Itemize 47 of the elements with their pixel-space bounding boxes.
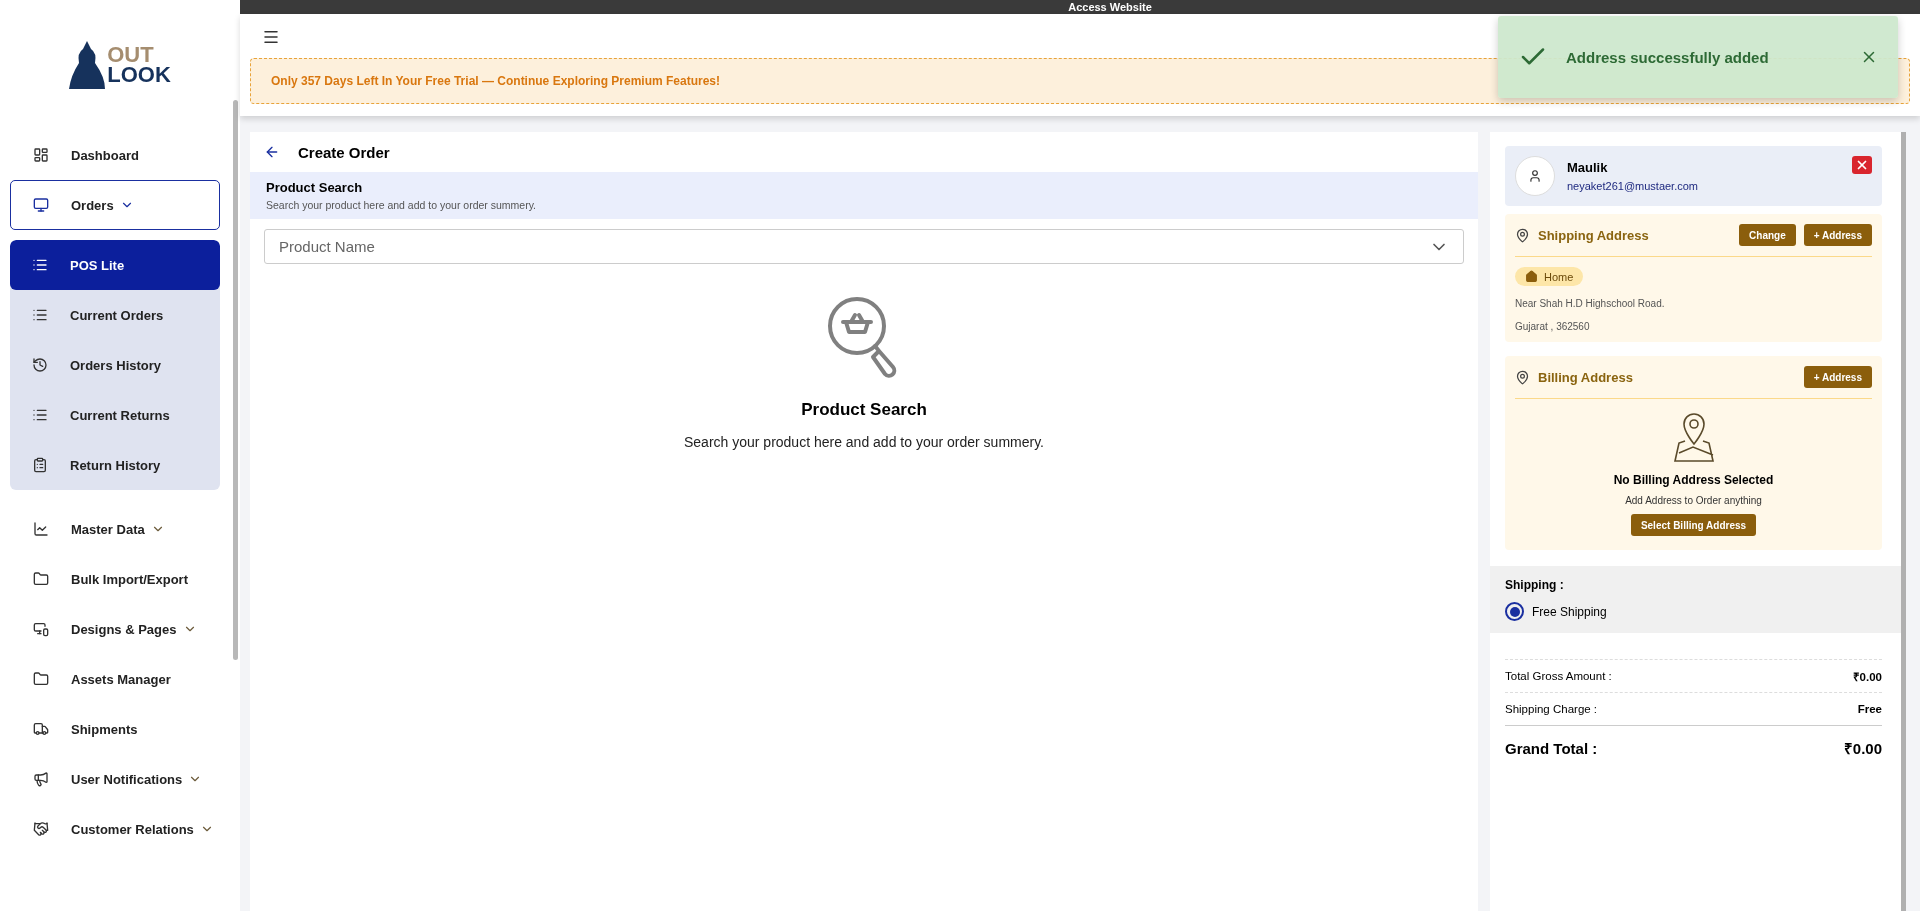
total-value: ₹0.00 xyxy=(1852,669,1882,684)
sidebar-item[interactable]: Orders xyxy=(10,180,220,230)
customer-name: Maulik xyxy=(1567,160,1609,175)
section-subtitle: Search your product here and add to your order summery. xyxy=(266,199,538,211)
sidebar-item[interactable]: Customer Relations xyxy=(10,804,220,854)
empty-billing-text: Add Address to Order anything xyxy=(1625,495,1762,506)
address-tag: Home xyxy=(1515,267,1584,286)
submenu-item[interactable]: Current Returns xyxy=(10,390,220,440)
sidebar-item[interactable]: Designs & Pages xyxy=(10,604,220,654)
empty-billing-title: No Billing Address Selected xyxy=(1613,473,1774,487)
total-label: Grand Total : xyxy=(1505,739,1598,757)
sidebar-item[interactable]: Dashboard xyxy=(10,130,220,180)
address-button[interactable]: Change xyxy=(1739,224,1796,246)
total-value: Free xyxy=(1857,703,1882,715)
access-website-link[interactable]: Access Website xyxy=(1068,1,1152,13)
total-value: ₹0.00 xyxy=(1843,739,1882,758)
section-title: Product Search xyxy=(266,180,364,195)
logo-text: OUT xyxy=(107,45,154,65)
address-line: Near Shah H.D Highschool Road. xyxy=(1515,298,1666,309)
submenu-item[interactable]: Return History xyxy=(10,440,220,490)
product-select[interactable]: Product Name xyxy=(264,229,1464,264)
total-label: Shipping Charge : xyxy=(1505,703,1598,715)
card-title: Shipping Address xyxy=(1538,227,1649,243)
customer-email: neyaket261@mustaer.com xyxy=(1567,180,1698,192)
select-billing-address-button[interactable]: Select Billing Address xyxy=(1630,514,1757,536)
address-line: Gujarat , 362560 xyxy=(1515,321,1591,332)
submenu-item[interactable]: Orders History xyxy=(10,340,220,390)
sidebar-item[interactable]: Assets Manager xyxy=(10,654,220,704)
sidebar-item[interactable]: Shipments xyxy=(10,704,220,754)
submenu-item[interactable]: Current Orders xyxy=(10,290,220,340)
trial-text: Only 357 Days Left In Your Free Trial — Continue Exploring Premium Features! xyxy=(271,74,720,88)
submenu-item[interactable]: POS Lite xyxy=(10,240,220,290)
address-button[interactable]: + Address xyxy=(1803,366,1872,388)
sidebar-item[interactable]: Master Data xyxy=(10,504,220,554)
page-title: Create Order xyxy=(298,143,390,161)
toast-message: Address successfully added xyxy=(1566,48,1770,66)
placeholder-text: Product Name xyxy=(279,238,375,255)
shipping-title: Shipping : xyxy=(1505,578,1565,592)
address-button[interactable]: + Address xyxy=(1803,224,1872,246)
card-title: Billing Address xyxy=(1538,369,1633,385)
shipping-option[interactable]: Free Shipping xyxy=(1505,602,1891,621)
sidebar-item[interactable]: User Notifications xyxy=(10,754,220,804)
logo-text: LOOK xyxy=(107,65,171,85)
empty-state-text: Search your product here and add to your order summery. xyxy=(683,434,1044,450)
sidebar-item[interactable]: Bulk Import/Export xyxy=(10,554,220,604)
empty-state-title: Product Search xyxy=(801,400,927,420)
total-label: Total Gross Amount : xyxy=(1505,670,1612,682)
